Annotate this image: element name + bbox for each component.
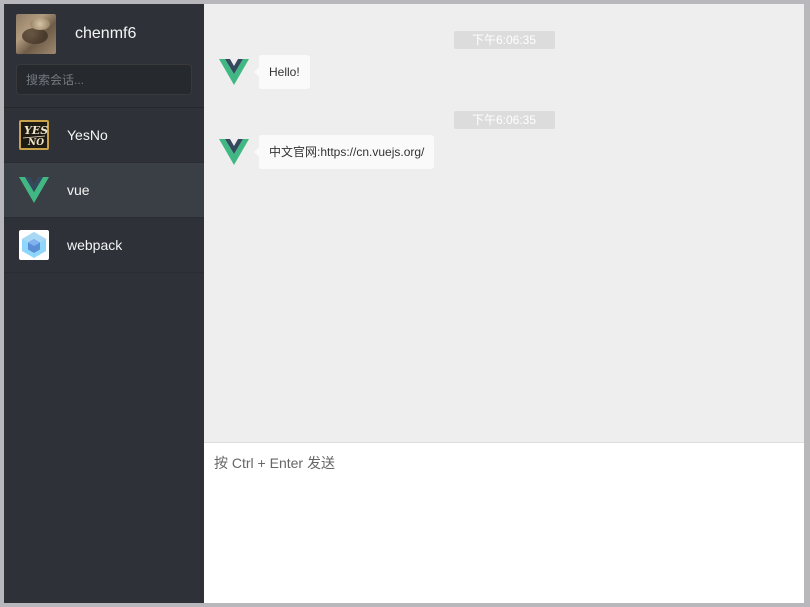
- message-time-label: 下午6:06:35: [453, 31, 555, 49]
- message-time: 下午6:06:35: [219, 31, 789, 49]
- session-name: YesNo: [67, 127, 108, 143]
- webpack-logo-icon: [19, 230, 49, 260]
- message-input[interactable]: [214, 453, 794, 593]
- chat-app-window: chenmf6 YES NO YesNo: [4, 4, 804, 603]
- vue-logo-icon: [219, 57, 249, 87]
- vue-logo-icon: [19, 175, 49, 205]
- svg-text:YES: YES: [24, 124, 48, 137]
- message-row: 中文官网:https://cn.vuejs.org/: [219, 135, 789, 169]
- vue-logo-icon: [219, 137, 249, 167]
- session-item-vue[interactable]: vue: [4, 163, 204, 218]
- session-item-yesno[interactable]: YES NO YesNo: [4, 108, 204, 163]
- message-time: 下午6:06:35: [219, 111, 789, 129]
- composer: [204, 443, 804, 603]
- message-list[interactable]: 下午6:06:35 Hello! 下午6:06:35 中文官网:https://…: [204, 4, 804, 443]
- user-avatar: [16, 14, 56, 54]
- message-bubble: 中文官网:https://cn.vuejs.org/: [253, 135, 435, 169]
- svg-text:NO: NO: [27, 138, 44, 148]
- session-name: vue: [67, 182, 90, 198]
- chat-main: 下午6:06:35 Hello! 下午6:06:35 中文官网:https://…: [204, 4, 804, 603]
- session-item-webpack[interactable]: webpack: [4, 218, 204, 273]
- user-card-header: chenmf6: [16, 14, 192, 54]
- username: chenmf6: [75, 25, 137, 42]
- sidebar: chenmf6 YES NO YesNo: [4, 4, 204, 603]
- message-time-label: 下午6:06:35: [453, 111, 555, 129]
- search-input[interactable]: [16, 64, 192, 95]
- session-name: webpack: [67, 237, 123, 253]
- session-list: YES NO YesNo vue webpack: [4, 108, 204, 273]
- message-row: Hello!: [219, 55, 789, 89]
- user-card: chenmf6: [4, 4, 204, 108]
- message-bubble: Hello!: [254, 55, 310, 89]
- message-item: 下午6:06:35 Hello!: [219, 31, 789, 89]
- message-item: 下午6:06:35 中文官网:https://cn.vuejs.org/: [219, 111, 789, 169]
- yesno-logo-icon: YES NO: [19, 120, 49, 150]
